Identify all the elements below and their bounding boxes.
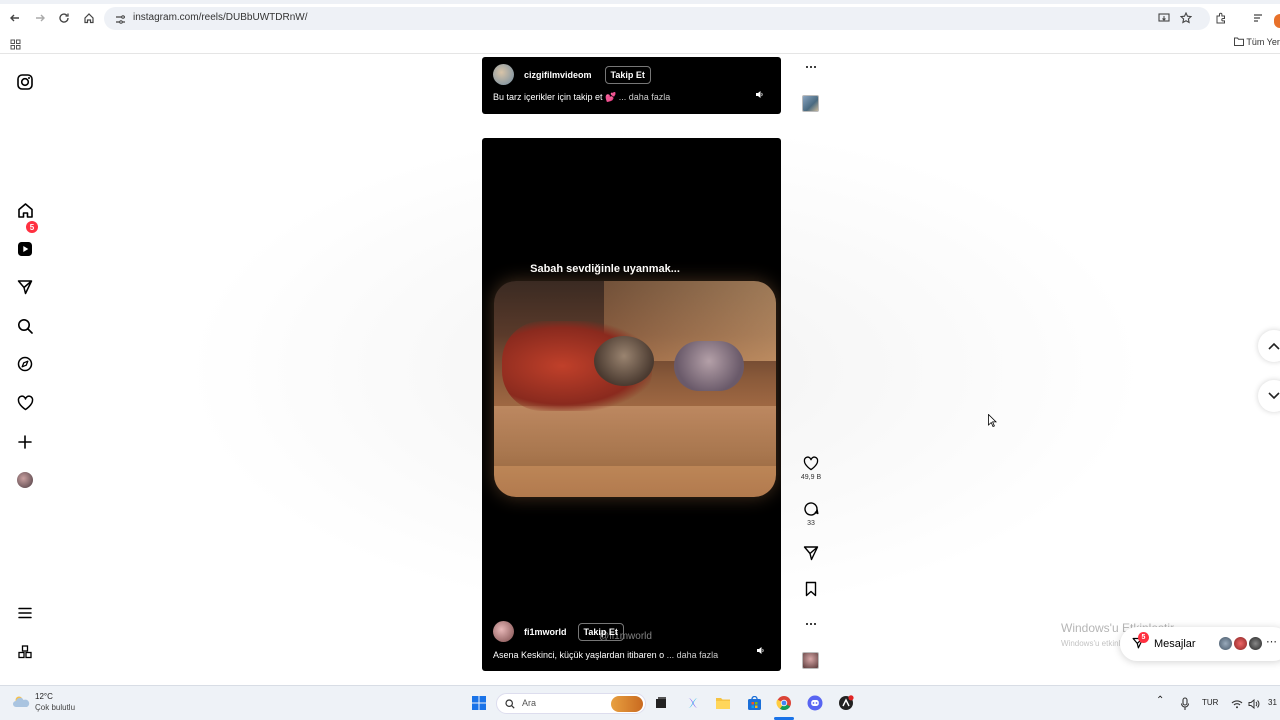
wifi-icon[interactable] (1228, 695, 1246, 713)
bookmark-star-icon[interactable] (1178, 10, 1194, 26)
like-heart-icon[interactable] (803, 456, 819, 471)
home-button-icon[interactable] (81, 10, 97, 26)
file-explorer-icon[interactable] (714, 694, 732, 712)
reel-top-caption[interactable]: Bu tarz içerikler için takip et 💕 ... da… (493, 92, 670, 103)
chrome-icon[interactable] (775, 694, 793, 712)
url-text[interactable]: instagram.com/reels/DUBbUWTDRnW/ (133, 12, 307, 23)
discord-icon[interactable] (806, 694, 824, 712)
explore-icon[interactable] (14, 353, 36, 375)
messages-more-icon[interactable]: ⋯ (1266, 635, 1277, 648)
reel-main-video[interactable] (494, 281, 776, 497)
comment-icon[interactable] (803, 501, 819, 517)
reel-main-caption[interactable]: Asena Keskinci, küçük yaşlardan itibaren… (493, 650, 718, 660)
video-pillow-area (494, 406, 776, 466)
weather-cloud-icon[interactable] (12, 694, 30, 710)
forward-icon[interactable] (32, 10, 48, 26)
reel-main-more-link[interactable]: ... daha fazla (667, 650, 719, 660)
tray-chevron-up-icon[interactable]: ⌃ (1156, 695, 1164, 706)
search-highlight-image (611, 696, 643, 712)
reel-top[interactable]: cizgifilmvideom Takip Et Bu tarz içerikl… (482, 57, 781, 114)
comment-count[interactable]: 33 (807, 520, 815, 527)
message-avatar (1233, 636, 1248, 651)
folder-icon (1234, 37, 1244, 46)
reel-top-volume-icon[interactable] (753, 88, 765, 100)
chevron-down-icon (1268, 392, 1280, 400)
reel-top-author-name[interactable]: cizgifilmvideom (524, 70, 592, 80)
reel-main-more-options-icon[interactable] (800, 617, 822, 631)
create-icon[interactable] (14, 431, 36, 453)
mouse-cursor-icon (988, 414, 997, 427)
like-count[interactable]: 49,9 B (801, 474, 821, 481)
input-language[interactable]: TUR (1202, 698, 1218, 707)
reel-main-author: fi1mworld Takip Et (493, 621, 624, 642)
clock-fragment[interactable]: 31 (1268, 698, 1277, 707)
messages-icon[interactable] (14, 276, 36, 298)
reel-main-overlay-text: Sabah sevdiğinle uyanmak... (530, 263, 680, 275)
weather-description[interactable]: Çok bulutlu (35, 703, 75, 712)
microphone-icon[interactable] (1176, 695, 1194, 713)
reel-main-follow-button[interactable]: Takip Et (577, 622, 624, 641)
reel-main-author-name[interactable]: fi1mworld (524, 627, 567, 637)
install-app-icon[interactable] (1156, 10, 1172, 26)
menu-icon[interactable] (14, 602, 36, 624)
reel-top-avatar[interactable] (493, 64, 514, 85)
instagram-logo-icon[interactable] (14, 71, 36, 93)
home-icon[interactable] (14, 199, 36, 221)
site-settings-icon[interactable] (112, 11, 128, 27)
video-figure-area (594, 336, 654, 386)
reel-main-audio-thumbnail[interactable] (802, 652, 819, 669)
heart-icon[interactable] (14, 392, 36, 414)
reel-top-author: cizgifilmvideom Takip Et (493, 64, 651, 85)
taskbar-search-box[interactable]: Ara (496, 693, 646, 714)
volume-icon[interactable] (1245, 695, 1263, 713)
reel-top-more-link[interactable]: ... daha fazla (619, 92, 671, 102)
taskbar-search-label: Ara (522, 698, 537, 708)
browser-profile-avatar[interactable] (1274, 14, 1280, 28)
message-avatar (1218, 636, 1233, 651)
save-action (800, 581, 822, 597)
chevron-up-icon (1268, 342, 1280, 350)
reading-list-icon[interactable] (1250, 10, 1266, 26)
back-icon[interactable] (7, 10, 23, 26)
apps-grid-icon[interactable] (7, 36, 23, 52)
messages-count-badge: 5 (1138, 632, 1149, 643)
copilot-icon[interactable] (684, 694, 702, 712)
reel-main-caption-text: Asena Keskinci, küçük yaşlardan itibaren… (493, 650, 665, 660)
task-view-icon[interactable] (652, 694, 670, 712)
like-action: 49,9 B (800, 456, 822, 481)
profile-avatar[interactable] (14, 469, 36, 491)
messages-badge: 5 (26, 221, 38, 233)
store-icon[interactable] (745, 694, 763, 712)
messages-button[interactable]: 5 Mesajlar ⋯ (1120, 627, 1280, 661)
reel-main-volume-icon[interactable] (754, 644, 766, 656)
reel-main[interactable]: Sabah sevdiğinle uyanmak... @fi1mworld f… (482, 138, 781, 671)
weather-temperature[interactable]: 12°C (35, 692, 53, 701)
all-bookmarks-folder[interactable]: Tüm Yer (1234, 37, 1280, 47)
taskbar-search-icon (505, 699, 515, 709)
start-button-icon[interactable] (470, 694, 488, 712)
bookmark-icon[interactable] (804, 581, 818, 597)
share-icon[interactable] (803, 545, 819, 561)
reload-icon[interactable] (56, 10, 72, 26)
reel-top-follow-button[interactable]: Takip Et (604, 65, 651, 84)
windows-taskbar: 12°C Çok bulutlu Ara ⌃ TUR 31 (0, 685, 1280, 720)
comment-action: 33 (800, 501, 822, 527)
reels-icon[interactable] (14, 238, 36, 260)
message-avatar (1248, 636, 1263, 651)
messages-label: Mesajlar (1154, 638, 1196, 650)
app-with-notification-icon[interactable] (837, 694, 855, 712)
reel-main-avatar[interactable] (493, 621, 514, 642)
all-bookmarks-label: Tüm Yer (1246, 37, 1280, 47)
more-apps-icon[interactable] (14, 641, 36, 663)
bookmarks-bar: Tüm Yer (0, 32, 1280, 54)
search-icon[interactable] (14, 315, 36, 337)
extensions-icon[interactable] (1213, 10, 1229, 26)
reel-top-more-options-icon[interactable] (800, 60, 822, 74)
reel-top-audio-thumbnail[interactable] (802, 95, 819, 112)
browser-toolbar: instagram.com/reels/DUBbUWTDRnW/ (0, 4, 1280, 32)
video-plush-area (674, 341, 744, 391)
reel-top-caption-text: Bu tarz içerikler için takip et 💕 (493, 92, 617, 102)
share-action (800, 545, 822, 561)
